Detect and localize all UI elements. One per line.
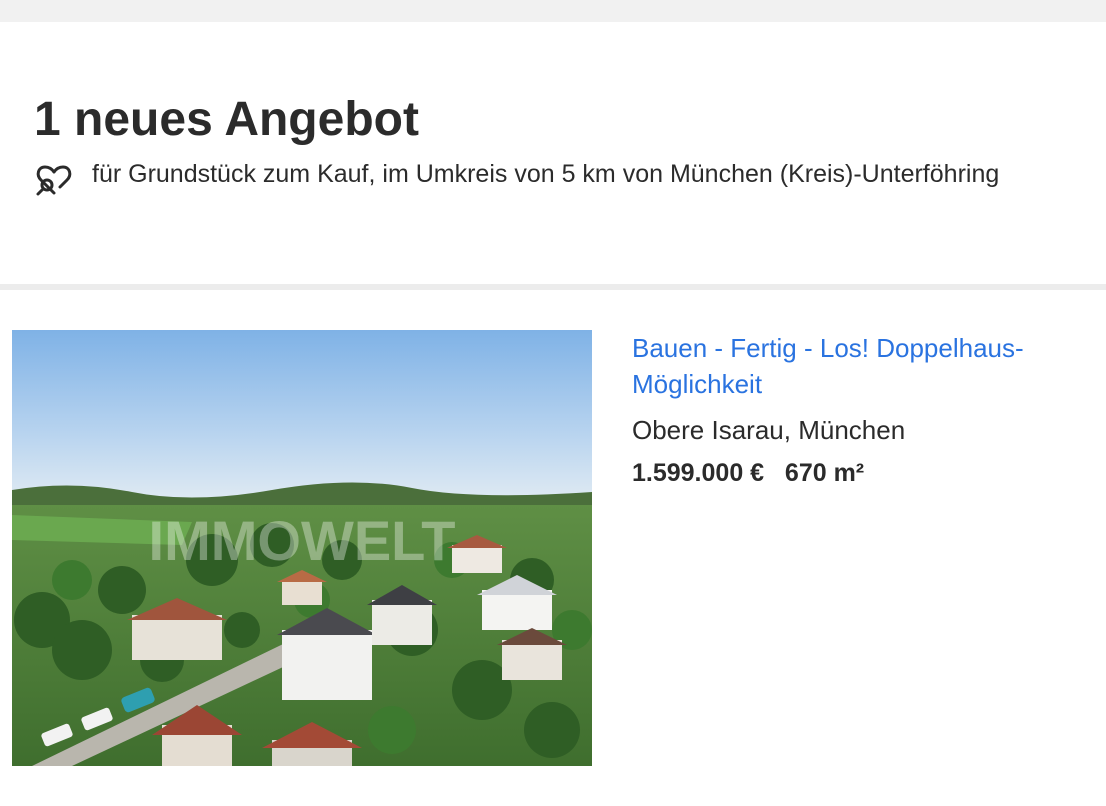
- facts-spacer: [764, 459, 785, 487]
- listing-title-link[interactable]: Bauen - Fertig - Los! Doppelhaus-Möglich…: [632, 330, 1082, 402]
- listing-facts: 1.599.000 € 670 m²: [632, 456, 1082, 490]
- photo-watermark: IMMOWELT: [149, 509, 456, 572]
- listing-card[interactable]: IMMOWELT Bauen - Fertig - Los! Doppelhau…: [0, 290, 1106, 806]
- alert-header: 1 neues Angebot für Grundstück zum Kauf,…: [0, 22, 1106, 284]
- listing-info: Bauen - Fertig - Los! Doppelhaus-Möglich…: [632, 330, 1082, 490]
- listing-price: 1.599.000 €: [632, 459, 765, 487]
- search-description: für Grundstück zum Kauf, im Umkreis von …: [92, 160, 1000, 188]
- listing-location: Obere Isarau, München: [632, 415, 906, 445]
- listing-photo[interactable]: IMMOWELT: [12, 330, 592, 766]
- aerial-photo-image: IMMOWELT: [12, 330, 592, 766]
- top-bar: [0, 0, 1106, 22]
- page-title: 1 neues Angebot: [34, 93, 419, 146]
- heart-search-icon: [34, 160, 74, 200]
- listing-area: 670 m²: [784, 459, 865, 487]
